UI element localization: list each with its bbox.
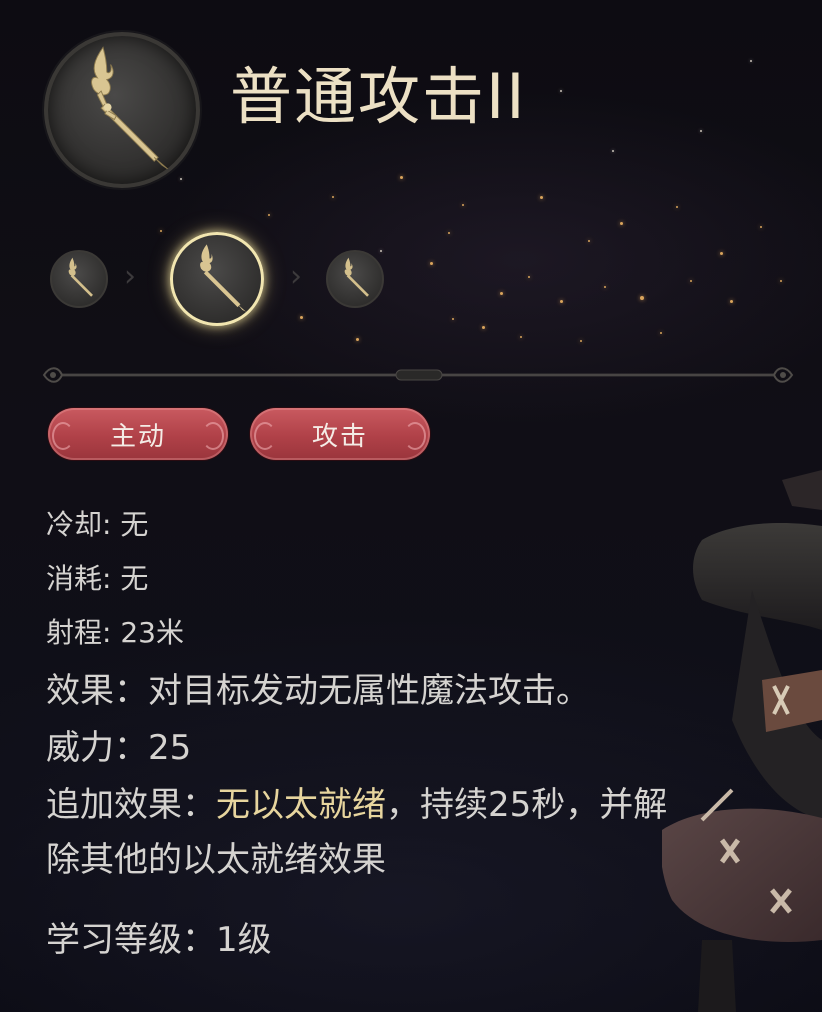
skill-title: 普通攻击II	[230, 60, 527, 133]
skill-progression-icon-current[interactable]	[170, 232, 264, 326]
skill-progression-icon-previous[interactable]	[50, 250, 108, 308]
chevron-right-icon: ›	[124, 259, 136, 294]
potency-text: 威力：25	[46, 728, 192, 768]
stat-cost: 消耗: 无	[46, 562, 149, 595]
additional-effect-text-line2: 除其他的以太就绪效果	[46, 840, 386, 880]
skill-icon-large	[44, 32, 200, 188]
flame-wand-icon	[68, 257, 93, 297]
chevron-right-icon: ›	[290, 259, 302, 294]
status-name-highlight[interactable]: 无以太就绪	[216, 785, 386, 825]
ornate-divider	[42, 367, 794, 383]
tag-active: 主动	[48, 408, 228, 460]
tag-attack: 攻击	[250, 408, 430, 460]
stat-range: 射程: 23米	[46, 616, 184, 649]
additional-effect-description: ，持续25秒，并解	[386, 785, 668, 825]
flame-wand-icon	[200, 244, 247, 312]
additional-effect-text: 追加效果：无以太就绪，持续25秒，并解	[46, 777, 667, 826]
flame-wand-icon	[91, 46, 168, 170]
stat-cooldown: 冷却: 无	[46, 508, 149, 541]
character-model-figure	[662, 470, 822, 1012]
skill-progression-icon-next[interactable]	[326, 250, 384, 308]
effect-text: 效果：对目标发动无属性魔法攻击。	[46, 671, 590, 711]
learn-level-text: 学习等级：1级	[46, 920, 272, 960]
skill-tooltip-panel: 普通攻击II › › 主动 攻击 冷却: 无 消耗: 无 射程: 23米 效果：…	[0, 0, 822, 1012]
additional-effect-label: 追加效果：	[46, 785, 216, 825]
flame-wand-icon	[344, 257, 369, 297]
